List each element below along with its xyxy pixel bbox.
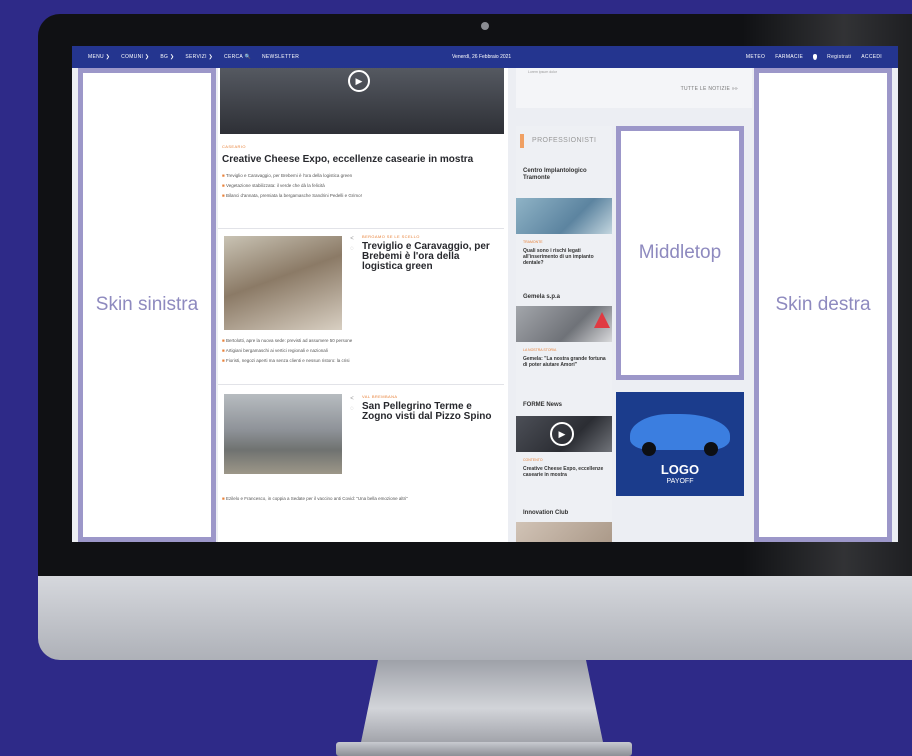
top-navigation-bar: MENU ❯ COMUNI ❯ BG ❯ SERVIZI ❯ CERCA 🔍 N… — [72, 46, 898, 68]
nav-register[interactable]: Registrati — [827, 54, 851, 60]
article-2-related[interactable]: Fioristi, negozi aperti ma senza clienti… — [222, 358, 350, 363]
professionisti-heading: PROFESSIONISTI — [516, 134, 612, 148]
play-icon[interactable]: ▶ — [550, 422, 574, 446]
current-date: Venerdì, 26 Febbraio 2021 — [452, 54, 512, 60]
pro-category: TRAMONTE — [523, 240, 543, 244]
article-2-related[interactable]: Bertolotti, apre la nuova sede: previsti… — [222, 338, 352, 343]
article-1-video-thumbnail[interactable]: ▶ — [220, 68, 504, 134]
pro-text[interactable]: Creative Cheese Expo, eccellenze caseari… — [523, 466, 607, 478]
pro-video-thumbnail[interactable]: ▶ — [516, 416, 612, 452]
column-gutter — [508, 68, 516, 542]
divider — [218, 384, 504, 385]
share-icon[interactable]: < — [348, 396, 356, 402]
camera-icon — [481, 22, 489, 30]
comment-icon[interactable]: ◌ — [348, 406, 356, 412]
article-2-image[interactable] — [224, 236, 342, 330]
monitor-chin — [38, 576, 912, 660]
article-2-related[interactable]: Artigiani bergamaschi ai vertici regiona… — [222, 348, 328, 353]
article-2-title[interactable]: Treviglio e Caravaggio, per Brebemi è l'… — [362, 242, 502, 272]
professionisti-sidebar: PROFESSIONISTI Centro Implantologico Tra… — [516, 126, 612, 542]
article-3-related[interactable]: Ezilelo e Francesco, in coppia a Sedate … — [222, 496, 408, 501]
article-3-category: VAL BREMBANA — [362, 394, 398, 399]
monitor-stand — [359, 660, 605, 748]
article-3-image[interactable] — [224, 394, 342, 474]
article-column: ▶ CASEARIO Creative Cheese Expo, eccelle… — [218, 68, 508, 542]
display-ad[interactable]: LOGO PAYOFF — [616, 392, 744, 496]
wheel — [704, 442, 718, 456]
comment-icon[interactable]: ◌ — [348, 246, 356, 252]
nav-login[interactable]: ACCEDI — [861, 54, 882, 60]
nav-meteo[interactable]: METEO — [746, 54, 765, 60]
article-1-related[interactable]: Vegetazione stabilizzata: il verde che d… — [222, 183, 325, 188]
nav-menu[interactable]: MENU ❯ — [88, 54, 110, 60]
pro-category: LA NOSTRA STORIA — [523, 348, 557, 352]
middletop-ad-slot: Middletop — [616, 126, 744, 380]
share-icon[interactable]: < — [348, 236, 356, 242]
divider — [218, 228, 504, 229]
nav-farmacie[interactable]: FARMACIE — [775, 54, 803, 60]
ad-logo: LOGO — [660, 462, 700, 477]
article-1-related[interactable]: Treviglio e Caravaggio, per Brebemi è l'… — [222, 173, 352, 178]
pro-image[interactable] — [516, 522, 612, 542]
pro-category: CONTENTO — [523, 458, 543, 462]
nav-bg[interactable]: BG ❯ — [160, 54, 174, 60]
pro-text[interactable]: Quali sono i rischi legati all'inserimen… — [523, 248, 607, 266]
article-1-category: CASEARIO — [222, 144, 246, 149]
pro-name[interactable]: Innovation Club — [523, 510, 607, 517]
nav-servizi[interactable]: SERVIZI ❯ — [185, 54, 213, 60]
news-box: Lorem ipsum dolor TUTTE LE NOTIZIE »» — [516, 68, 752, 108]
article-3-title[interactable]: San Pellegrino Terme e Zogno visti dal P… — [362, 402, 502, 422]
pro-text[interactable]: Gemela: "La nostra grande fortuna di pot… — [523, 356, 607, 368]
nav-newsletter[interactable]: NEWSLETTER — [262, 54, 299, 60]
pro-name[interactable]: FORME News — [523, 402, 607, 409]
pro-image[interactable] — [516, 198, 612, 234]
ad-payoff: PAYOFF — [666, 478, 694, 485]
article-1-title[interactable]: Creative Cheese Expo, eccellenze caseari… — [222, 154, 473, 165]
nav-comuni[interactable]: COMUNI ❯ — [121, 54, 149, 60]
location-pin-icon — [813, 54, 818, 60]
screen: MENU ❯ COMUNI ❯ BG ❯ SERVIZI ❯ CERCA 🔍 N… — [72, 46, 898, 542]
skin-right-ad-slot: Skin destra — [754, 68, 892, 542]
play-icon[interactable]: ▶ — [348, 70, 370, 92]
top-right-nav: METEO FARMACIE Registrati ACCEDI — [736, 46, 882, 68]
all-news-link[interactable]: TUTTE LE NOTIZIE »» — [681, 86, 738, 92]
monitor-stand-base — [336, 742, 632, 756]
article-1-related[interactable]: Bilanci d'annata, premiata la bergamasch… — [222, 193, 362, 198]
skin-left-ad-slot: Skin sinistra — [78, 68, 216, 542]
nav-search[interactable]: CERCA 🔍 — [224, 54, 251, 60]
pro-name[interactable]: Gemela s.p.a — [523, 294, 607, 301]
pro-name[interactable]: Centro Implantologico Tramonte — [523, 168, 607, 182]
news-box-text: Lorem ipsum dolor — [528, 70, 557, 74]
article-2-category: BERGAMO SE LE SCELLO — [362, 234, 420, 239]
wheel — [642, 442, 656, 456]
